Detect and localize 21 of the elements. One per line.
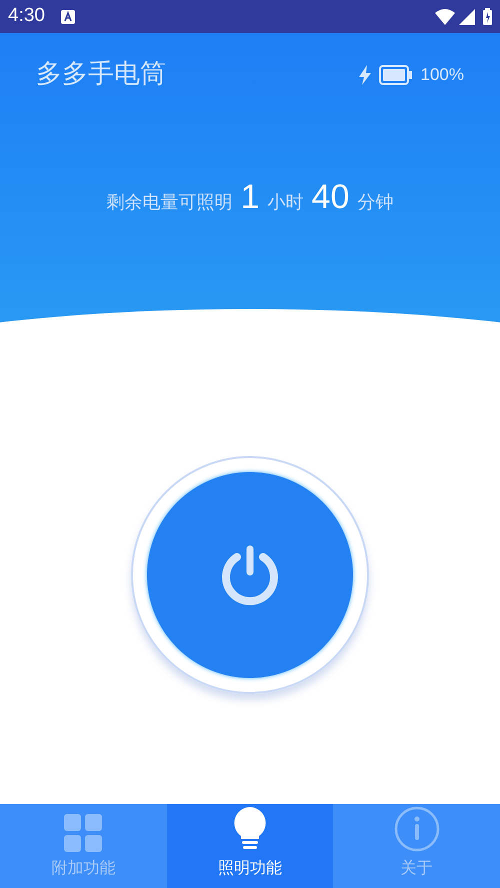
wifi-icon [435, 8, 455, 24]
battery-level-icon [378, 64, 413, 84]
lightbulb-icon [233, 806, 267, 852]
hours-value: 1 [240, 177, 260, 218]
app-title: 多多手电筒 [36, 58, 166, 91]
minutes-unit: 分钟 [357, 191, 394, 215]
grid-icon [64, 814, 102, 852]
info-icon [394, 806, 440, 852]
nav-tab[interactable]: 附加功能 [0, 804, 167, 888]
minutes-value: 40 [312, 177, 350, 218]
signal-icon [459, 8, 475, 24]
power-button[interactable] [147, 472, 353, 678]
power-icon [220, 544, 280, 606]
remaining-label: 剩余电量可照明 [106, 191, 233, 215]
notification-icon [60, 10, 75, 24]
status-time: 4:30 [8, 4, 45, 28]
battery-icon [483, 8, 492, 25]
battery-percent: 100% [420, 64, 464, 86]
nav-tab[interactable]: 照明功能 [166, 804, 334, 888]
hours-unit: 小时 [268, 191, 304, 215]
nav-tab[interactable]: 关于 [333, 804, 500, 888]
